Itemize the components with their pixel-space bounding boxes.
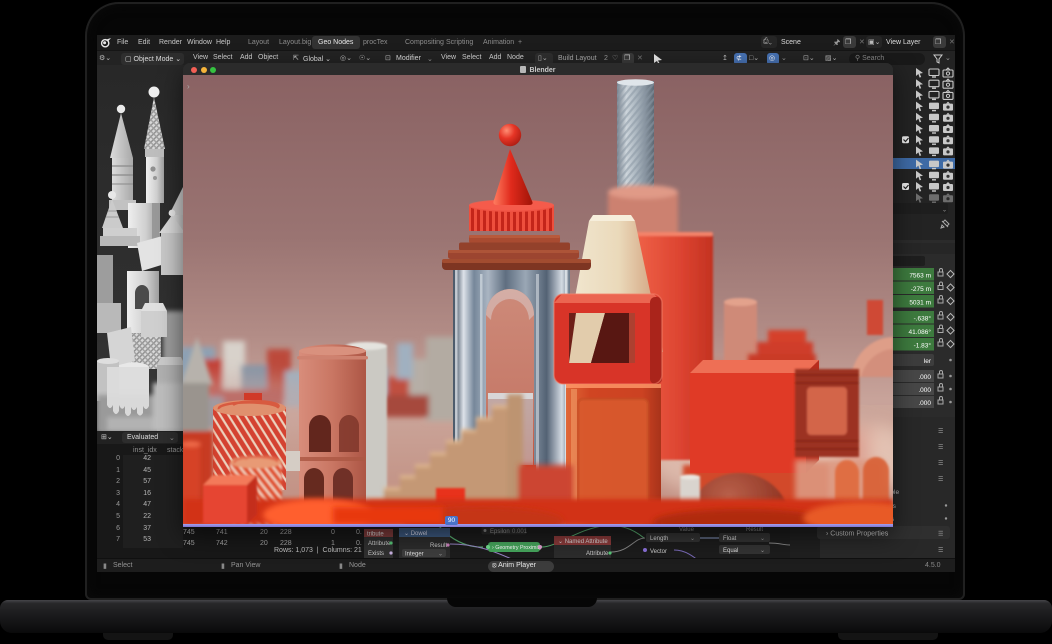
svg-text:Epsilon: Epsilon	[490, 529, 510, 535]
svg-text:⌄: ⌄	[942, 208, 947, 214]
svg-text:☰: ☰	[938, 444, 943, 451]
svg-text:› Geometry Proximity: › Geometry Proximity	[492, 545, 542, 551]
svg-text:ler: ler	[924, 358, 932, 365]
svg-text:⌄: ⌄	[760, 536, 765, 542]
svg-text:☰: ☰	[938, 531, 943, 538]
svg-text:›: ›	[187, 82, 190, 91]
svg-text:41.086°: 41.086°	[909, 328, 932, 336]
svg-text:Attribute: Attribute	[368, 541, 391, 547]
svg-text:⌄: ⌄	[760, 548, 765, 554]
svg-text:0.001: 0.001	[512, 529, 528, 535]
svg-text:-1.83°: -1.83°	[914, 342, 932, 350]
svg-text:.000: .000	[918, 374, 931, 381]
svg-text:5031 m: 5031 m	[909, 300, 931, 307]
svg-text:.000: .000	[918, 387, 931, 394]
svg-text:Integer: Integer	[405, 552, 424, 558]
svg-text:☰: ☰	[938, 476, 943, 483]
svg-text:Result: Result	[746, 527, 763, 533]
svg-text:⌄ Dowel: ⌄ Dowel	[404, 531, 427, 537]
svg-text:Float: Float	[723, 536, 737, 542]
svg-text:-.638°: -.638°	[914, 315, 932, 323]
svg-text:Result: Result	[430, 543, 447, 549]
svg-text:Exists: Exists	[368, 551, 384, 557]
svg-text:-275 m: -275 m	[911, 286, 931, 293]
svg-text:Vector: Vector	[650, 549, 667, 555]
svg-text:.000: .000	[918, 400, 931, 407]
svg-text:☰: ☰	[938, 547, 943, 554]
svg-text:Value: Value	[679, 527, 695, 533]
svg-text:⌄: ⌄	[438, 552, 443, 558]
svg-text:tribute: tribute	[367, 532, 384, 538]
svg-text:Attribute: Attribute	[586, 551, 609, 557]
svg-text:⌄: ⌄	[690, 536, 695, 542]
svg-text:☰: ☰	[938, 460, 943, 467]
svg-text:Length: Length	[650, 536, 668, 542]
svg-text:⌄ Named Attribute: ⌄ Named Attribute	[558, 539, 608, 545]
svg-text:☰: ☰	[938, 428, 943, 435]
svg-text:› Custom Properties: › Custom Properties	[826, 531, 889, 538]
svg-text:7563 m: 7563 m	[909, 273, 931, 280]
svg-text:Equal: Equal	[723, 548, 738, 554]
